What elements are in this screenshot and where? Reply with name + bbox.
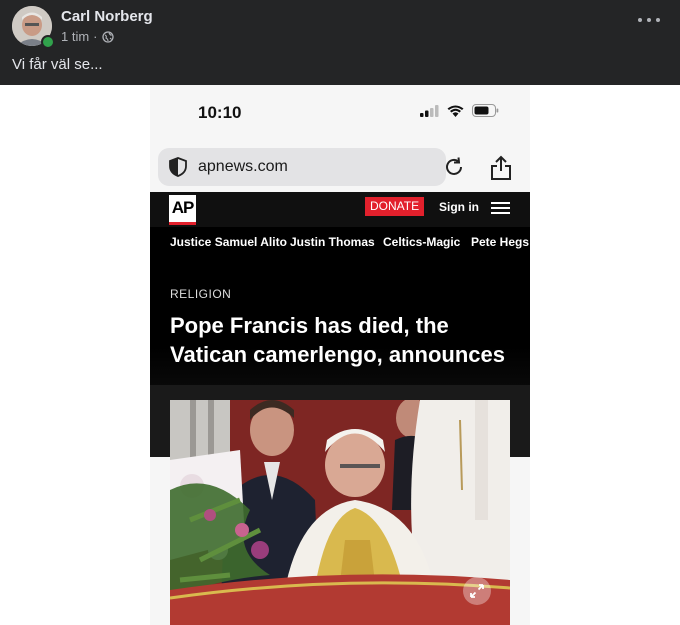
status-bar-icons (420, 104, 499, 117)
url-text: apnews.com (198, 158, 288, 175)
article-headline[interactable]: Pope Francis has died, the Vatican camer… (170, 311, 515, 369)
ap-navbar: AP DONATE Sign in (150, 192, 530, 227)
expand-arrows-icon (470, 584, 484, 598)
post-header: Carl Norberg 1 tim · Vi får väl se... (0, 0, 680, 85)
hamburger-menu-icon[interactable] (491, 202, 510, 214)
topics-bar: Justice Samuel Alito Justin Thomas Celti… (150, 227, 530, 257)
shield-icon (169, 157, 187, 177)
more-options-button[interactable] (638, 10, 660, 30)
article-section-label[interactable]: RELIGION (170, 287, 231, 301)
reload-icon[interactable] (443, 156, 465, 178)
post-meta: 1 tim · (61, 29, 114, 44)
more-dot-icon (647, 18, 651, 22)
article-photo[interactable] (170, 400, 510, 625)
expand-image-button[interactable] (463, 577, 491, 605)
status-bar-time: 10:10 (198, 103, 242, 122)
more-dot-icon (656, 18, 660, 22)
donate-button[interactable]: DONATE (365, 197, 425, 216)
topic-link[interactable]: Justice Samuel Alito (170, 235, 287, 249)
wifi-icon (447, 105, 464, 117)
post-image-phone-screenshot[interactable]: 10:10 apnews.com AP DONATE Sign in Justi… (150, 85, 530, 625)
post-text: Vi får väl se... (12, 56, 103, 73)
online-status-dot (41, 35, 55, 49)
post-author-name[interactable]: Carl Norberg (61, 8, 153, 25)
topic-link[interactable]: Celtics-Magic (383, 235, 460, 249)
topic-link[interactable]: Pete Hegs (471, 235, 529, 249)
ap-logo[interactable]: AP (169, 195, 196, 225)
meta-separator: · (93, 29, 98, 44)
post-time[interactable]: 1 tim (61, 29, 89, 44)
address-bar[interactable]: apnews.com (158, 148, 462, 186)
sign-in-link[interactable]: Sign in (439, 200, 479, 214)
topic-link[interactable]: Justin Thomas (290, 235, 375, 249)
globe-icon (101, 30, 114, 43)
cellular-signal-icon (420, 104, 439, 117)
more-dot-icon (638, 18, 642, 22)
share-icon[interactable] (489, 155, 513, 181)
battery-icon (472, 104, 499, 117)
